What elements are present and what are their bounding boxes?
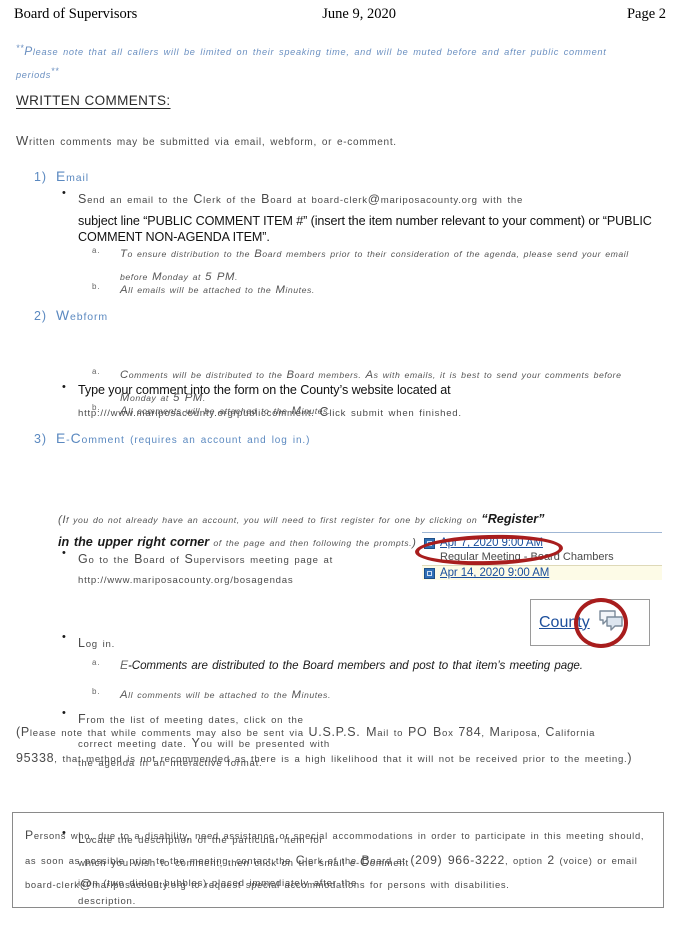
webform-number: 2) bbox=[34, 309, 47, 323]
meeting-link-apr14[interactable]: Apr 14, 2020 9:00 AM bbox=[440, 567, 549, 579]
email-bullet-light: Send an email to the Clerk of the Board … bbox=[78, 192, 524, 206]
email-number: 1) bbox=[34, 170, 47, 184]
note-close-asterisks: ** bbox=[51, 66, 60, 77]
email-bullet: Send an email to the Clerk of the Board … bbox=[58, 187, 678, 246]
county-link[interactable]: County bbox=[539, 614, 590, 632]
ecomment-bullet-login: Log in. bbox=[58, 631, 558, 656]
document-page: Board of Supervisors June 9, 2020 Page 2… bbox=[0, 0, 680, 926]
usps-mail-note: (Please note that while comments may als… bbox=[16, 725, 633, 765]
list-item-email: 1) Email bbox=[34, 168, 664, 184]
ada-accommodation-text: Persons who, due to a disability, need a… bbox=[25, 828, 645, 892]
calendar-icon bbox=[424, 537, 435, 549]
webform-sub-a-label: a. bbox=[92, 367, 101, 376]
ecomment-icon-screenshot: County bbox=[530, 599, 650, 646]
caller-note-text: lease note that all callers will be limi… bbox=[16, 47, 607, 81]
ecomment-heading: 3) E-Comment (requires an account and log… bbox=[34, 430, 311, 446]
webform-heading: 2) Webform bbox=[34, 307, 109, 323]
meeting-row-apr14[interactable]: Apr 14, 2020 9:00 AM bbox=[422, 566, 662, 580]
list-item-webform: 2) Webform bbox=[34, 307, 664, 323]
ecomment-sub-b-label: b. bbox=[92, 687, 101, 696]
written-comments-intro: Written comments may be submitted via em… bbox=[16, 133, 397, 148]
list-item-ecomment: 3) E-Comment (requires an account and log… bbox=[34, 430, 664, 446]
header-meeting-date: June 9, 2020 bbox=[322, 6, 396, 22]
meeting-list-screenshot: Apr 7, 2020 9:00 AM Regular Meeting - Bo… bbox=[422, 532, 662, 580]
ecomment-bubbles-icon[interactable] bbox=[598, 609, 624, 636]
ecomment-number: 3) bbox=[34, 432, 47, 446]
ecomment-sub-a-label: a. bbox=[92, 658, 101, 667]
header-left-title: Board of Supervisors bbox=[14, 6, 138, 22]
header-page-number: Page 2 bbox=[626, 6, 666, 22]
webform-sub-b: b. All comments will be attached to the … bbox=[90, 400, 660, 423]
ada-accommodation-box: Persons who, due to a disability, need a… bbox=[12, 812, 664, 909]
calendar-icon bbox=[424, 567, 435, 579]
note-open-asterisks: ** bbox=[16, 43, 25, 53]
meeting-subtitle-apr7: Regular Meeting - Board Chambers bbox=[440, 551, 614, 563]
email-heading: 1) Email bbox=[34, 168, 90, 184]
document-header: Board of Supervisors June 9, 2020 Page 2 bbox=[14, 6, 666, 28]
written-comments-heading: WRITTEN COMMENTS: bbox=[16, 93, 171, 108]
email-sub-a-label: a. bbox=[92, 246, 101, 255]
ecomment-sub-b: b. All comments will be attached to the … bbox=[90, 684, 660, 707]
email-sub-b: b. All emails will be attached to the Mi… bbox=[90, 279, 660, 302]
caller-note: **Please note that all callers will be l… bbox=[16, 43, 607, 81]
email-subject-instruction: subject line “PUBLIC COMMENT ITEM #” (in… bbox=[78, 213, 652, 245]
meeting-list-top-rule bbox=[422, 532, 662, 533]
meeting-row-apr7[interactable]: Apr 7, 2020 9:00 AM bbox=[422, 536, 662, 550]
meeting-link-apr7[interactable]: Apr 7, 2020 9:00 AM bbox=[440, 537, 543, 549]
email-sub-b-label: b. bbox=[92, 282, 101, 291]
ecomment-sub-a: a. E-Comments are distributed to the Boa… bbox=[92, 658, 583, 672]
webform-sub-b-label: b. bbox=[92, 403, 101, 412]
